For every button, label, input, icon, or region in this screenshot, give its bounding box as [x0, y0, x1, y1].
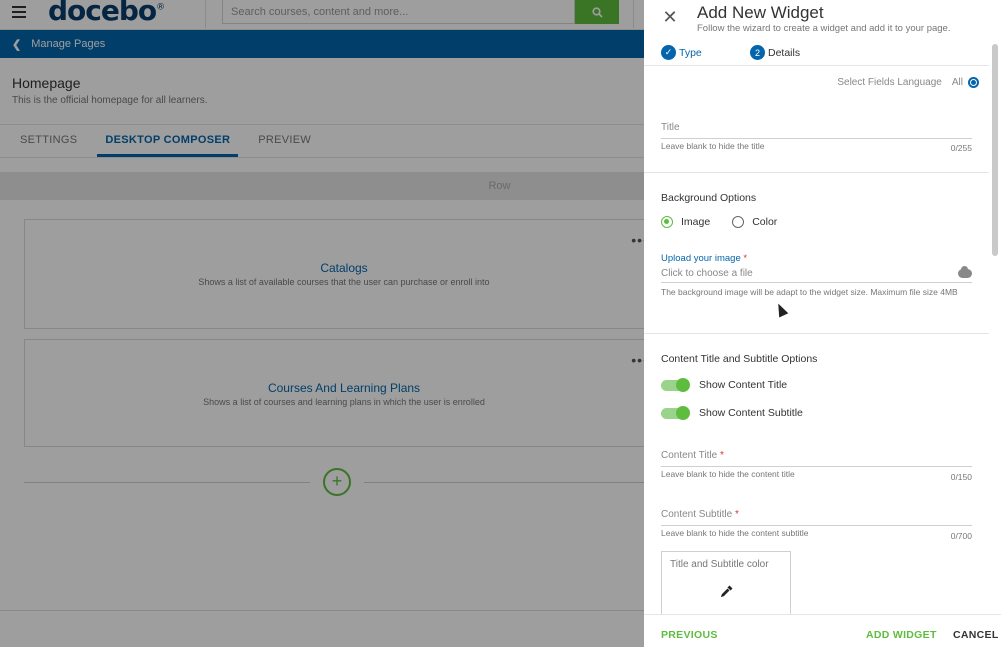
radio-label: Color: [752, 216, 778, 228]
step-details[interactable]: 2 Details: [750, 45, 800, 60]
radio-selected-icon: [661, 216, 673, 228]
language-value: All: [951, 77, 963, 88]
radio-label: Image: [681, 216, 711, 228]
language-label: Select Fields Language: [837, 77, 942, 88]
input-underline: [661, 466, 972, 467]
color-picker-label: Title and Subtitle color: [670, 559, 769, 570]
title-subtitle-color-picker[interactable]: Title and Subtitle color: [661, 551, 791, 615]
content-title-field[interactable]: Content Title * Leave blank to hide the …: [661, 450, 972, 482]
wizard-steps: ✓ Type 2 Details: [644, 41, 989, 66]
language-selector[interactable]: Select Fields Language All: [837, 77, 979, 88]
toggle-show-content-subtitle[interactable]: Show Content Subtitle: [661, 405, 803, 420]
cloud-upload-icon[interactable]: [958, 266, 972, 278]
upload-label: Upload your image *: [661, 253, 748, 264]
previous-button[interactable]: PREVIOUS: [661, 629, 718, 641]
check-icon: ✓: [661, 45, 676, 60]
panel-header: ✕ Add New Widget Follow the wizard to cr…: [644, 0, 1001, 40]
modal-overlay[interactable]: [0, 0, 644, 647]
radio-unselected-icon: [732, 216, 745, 228]
radio-color[interactable]: Color: [732, 216, 777, 228]
input-underline: [661, 525, 972, 526]
title-field-label: Title: [661, 122, 680, 133]
upload-hint: The background image will be adapt to th…: [661, 287, 958, 297]
char-counter: 0/700: [950, 531, 972, 541]
char-counter: 0/150: [950, 472, 972, 482]
step-label: Details: [768, 46, 801, 59]
divider: [644, 333, 989, 334]
step-label: Type: [679, 46, 702, 59]
step-type[interactable]: ✓ Type: [661, 45, 702, 60]
cancel-button[interactable]: CANCEL: [953, 629, 999, 641]
content-subtitle-label: Content Subtitle *: [661, 509, 739, 520]
content-title-hint: Leave blank to hide the content title: [661, 469, 795, 479]
step-number: 2: [750, 45, 765, 60]
toggle-label: Show Content Subtitle: [699, 407, 803, 419]
title-field-hint: Leave blank to hide the title: [661, 141, 765, 151]
file-chooser[interactable]: Click to choose a file: [661, 266, 972, 279]
char-counter: 0/255: [950, 143, 972, 153]
radio-image[interactable]: Image: [661, 216, 710, 228]
content-subtitle-field[interactable]: Content Subtitle * Leave blank to hide t…: [661, 509, 972, 541]
globe-icon: [968, 77, 979, 88]
file-placeholder: Click to choose a file: [661, 268, 753, 279]
divider: [644, 172, 989, 173]
toggle-show-content-title[interactable]: Show Content Title: [661, 377, 788, 392]
content-subtitle-hint: Leave blank to hide the content subtitle: [661, 528, 809, 538]
panel-title: Add New Widget: [697, 3, 824, 22]
background-options-heading: Background Options: [661, 192, 757, 204]
background-type-group: Image Color: [661, 216, 799, 228]
toggle-switch[interactable]: [661, 405, 690, 420]
toggle-switch[interactable]: [661, 377, 690, 392]
upload-image-field[interactable]: Upload your image * Click to choose a fi…: [661, 253, 972, 297]
content-options-heading: Content Title and Subtitle Options: [661, 353, 818, 365]
panel-subtitle: Follow the wizard to create a widget and…: [697, 23, 951, 34]
input-underline: [661, 282, 972, 283]
eyedropper-icon[interactable]: [720, 584, 734, 598]
scrollbar[interactable]: [992, 44, 998, 256]
panel-footer: PREVIOUS ADD WIDGET CANCEL: [644, 614, 1001, 647]
title-field[interactable]: Title Leave blank to hide the title 0/25…: [661, 122, 972, 153]
add-widget-panel: ✕ Add New Widget Follow the wizard to cr…: [644, 0, 1001, 647]
toggle-label: Show Content Title: [699, 379, 788, 391]
input-underline: [661, 138, 972, 139]
content-title-label: Content Title *: [661, 450, 724, 461]
add-widget-button[interactable]: ADD WIDGET: [866, 629, 937, 641]
close-icon[interactable]: ✕: [662, 8, 678, 26]
